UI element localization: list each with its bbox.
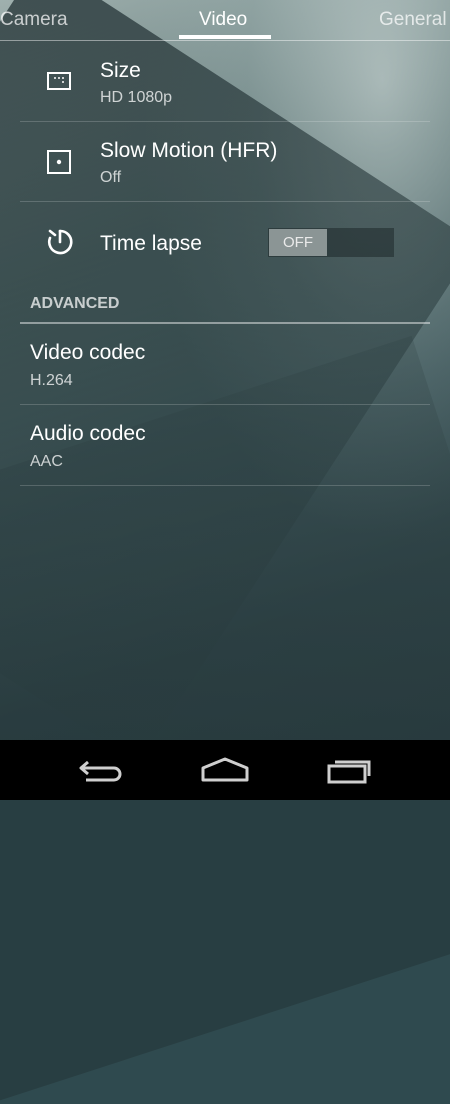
setting-title: Size [100,59,141,82]
setting-video-codec[interactable]: Video codec H.264 [20,324,430,405]
setting-title: Video codec [30,341,146,364]
tab-indicator [179,35,271,39]
tab-bar: Camera Video General [0,0,450,41]
back-icon[interactable] [76,754,126,786]
setting-summary: AAC [30,453,63,470]
setting-time-lapse[interactable]: Time lapse OFF [20,202,430,282]
tab-camera[interactable]: Camera [0,9,68,31]
recent-apps-icon[interactable] [325,754,375,786]
time-lapse-toggle[interactable]: OFF [268,228,394,257]
section-header-advanced: ADVANCED [20,290,430,324]
frame-point-icon [46,149,72,175]
setting-size[interactable]: Size HD 1080p [20,44,430,122]
setting-title: Slow Motion (HFR) [100,139,278,162]
tab-general[interactable]: General [379,9,447,31]
navigation-bar [0,740,450,800]
setting-summary: Off [100,169,122,186]
setting-audio-codec[interactable]: Audio codec AAC [20,405,430,486]
home-icon[interactable] [200,754,250,786]
tab-video[interactable]: Video [199,9,247,31]
toggle-state-label: OFF [269,229,327,256]
setting-title: Time lapse [100,232,202,255]
setting-slow-motion[interactable]: Slow Motion (HFR) Off [20,122,430,202]
aspect-ratio-icon [46,68,72,94]
section-header-label: ADVANCED [30,295,120,312]
setting-summary: HD 1080p [100,89,173,106]
setting-summary: H.264 [30,372,73,389]
timer-icon [46,227,73,255]
setting-title: Audio codec [30,422,146,445]
